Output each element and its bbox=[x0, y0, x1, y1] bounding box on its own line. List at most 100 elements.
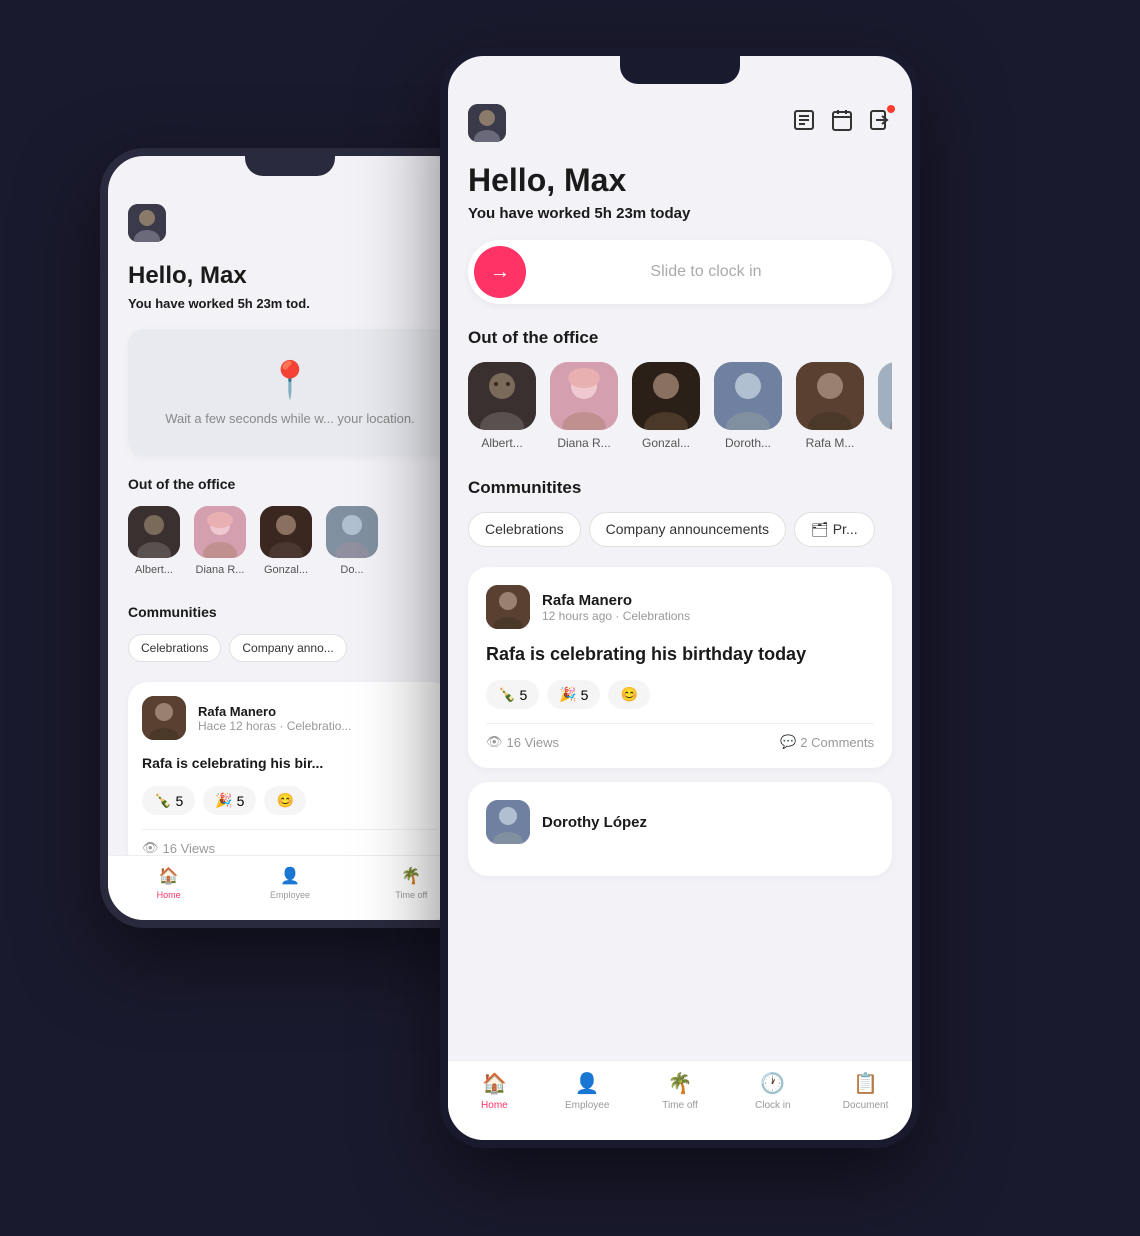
back-person-name-2: Gonzal... bbox=[264, 564, 308, 576]
front-post1-comments[interactable]: 💬 2 Comments bbox=[780, 734, 874, 750]
back-nav-employee[interactable]: 👤 Employee bbox=[229, 866, 350, 900]
front-header-icons bbox=[792, 108, 892, 138]
back-reaction-2-count: 5 bbox=[237, 793, 245, 809]
front-reaction-1[interactable]: 🍾 5 bbox=[486, 680, 539, 709]
back-user-avatar[interactable] bbox=[128, 204, 166, 242]
front-person-0: Albert... bbox=[468, 362, 536, 450]
back-post-stats: 👁 16 Views bbox=[142, 829, 438, 856]
back-location-pin: 📍 bbox=[268, 359, 313, 401]
front-reaction-add[interactable]: 😊 bbox=[608, 680, 649, 709]
back-post-avatar bbox=[142, 696, 186, 740]
front-communities-title: Communitites bbox=[468, 478, 892, 498]
back-nav-home[interactable]: 🏠 Home bbox=[108, 866, 229, 900]
front-avatar-3 bbox=[714, 362, 782, 430]
front-reaction-1-emoji: 🍾 bbox=[498, 686, 515, 703]
front-nav-clockin[interactable]: 🕐 Clock in bbox=[726, 1071, 819, 1111]
front-phone: Hello, Max You have worked 5h 23m today … bbox=[440, 48, 920, 1148]
front-post-card-2: Dorothy López bbox=[468, 782, 892, 876]
back-person-1: Diana R... bbox=[194, 506, 246, 576]
back-avatar-0 bbox=[128, 506, 180, 558]
back-reaction-2[interactable]: 🎉 5 bbox=[203, 786, 256, 815]
front-person-5: Cr... bbox=[878, 362, 892, 450]
front-avatar-0 bbox=[468, 362, 536, 430]
front-user-avatar[interactable] bbox=[468, 104, 506, 142]
front-employee-icon: 👤 bbox=[575, 1071, 600, 1096]
back-eye-icon: 👁 bbox=[142, 840, 159, 856]
front-home-icon: 🏠 bbox=[482, 1071, 507, 1096]
back-views: 👁 16 Views bbox=[142, 840, 215, 856]
back-header bbox=[108, 196, 472, 250]
back-location-card: 📍 Wait a few seconds while w... your loc… bbox=[128, 329, 452, 456]
front-notch bbox=[620, 56, 740, 84]
front-clock-slider[interactable]: → Slide to clock in bbox=[468, 240, 892, 304]
back-employee-icon: 👤 bbox=[280, 866, 300, 886]
front-post1-time: 12 hours ago · Celebrations bbox=[542, 609, 874, 623]
front-home-label: Home bbox=[481, 1100, 508, 1111]
back-reaction-1-count: 5 bbox=[175, 793, 183, 809]
front-person-3: Doroth... bbox=[714, 362, 782, 450]
back-avatar-3 bbox=[326, 506, 378, 558]
front-post2-header: Dorothy López bbox=[486, 800, 874, 844]
front-main: Hello, Max You have worked 5h 23m today … bbox=[448, 150, 912, 990]
back-person-name-3: Do... bbox=[340, 564, 363, 576]
back-bottom-nav: 🏠 Home 👤 Employee 🌴 Time off bbox=[108, 855, 472, 920]
front-smile-add-icon: 😊 bbox=[620, 686, 637, 703]
front-post1-header: Rafa Manero 12 hours ago · Celebrations bbox=[486, 585, 874, 629]
front-post1-stats: 👁 16 Views 💬 2 Comments bbox=[486, 723, 874, 750]
front-tab-projects[interactable]: 🗂 Pr... bbox=[794, 512, 875, 547]
front-timeoff-label: Time off bbox=[662, 1100, 698, 1111]
front-document-icon: 📋 bbox=[853, 1071, 878, 1096]
front-reaction-1-count: 5 bbox=[519, 687, 527, 703]
back-worked: You have worked 5h 23m tod. bbox=[128, 296, 452, 311]
front-avatar-4 bbox=[796, 362, 864, 430]
back-community-tabs: Celebrations Company anno... bbox=[128, 634, 452, 662]
front-reaction-2[interactable]: 🎉 5 bbox=[547, 680, 600, 709]
front-greeting: Hello, Max bbox=[468, 162, 892, 199]
front-nav-employee[interactable]: 👤 Employee bbox=[541, 1071, 634, 1111]
back-home-label: Home bbox=[157, 890, 181, 900]
front-document-label: Document bbox=[843, 1100, 889, 1111]
back-phone: Hello, Max You have worked 5h 23m tod. 📍… bbox=[100, 148, 480, 928]
back-reaction-add[interactable]: 😊 bbox=[264, 786, 305, 815]
front-nav-timeoff[interactable]: 🌴 Time off bbox=[634, 1071, 727, 1111]
front-comment-icon: 💬 bbox=[780, 734, 796, 750]
back-reaction-1-emoji: 🍾 bbox=[154, 792, 171, 809]
back-reaction-1[interactable]: 🍾 5 bbox=[142, 786, 195, 815]
back-person-3: Do... bbox=[326, 506, 378, 576]
front-community-tabs: Celebrations Company announcements 🗂 Pr.… bbox=[468, 512, 892, 547]
back-person-0: Albert... bbox=[128, 506, 180, 576]
exit-icon[interactable] bbox=[868, 108, 892, 138]
back-post-reactions: 🍾 5 🎉 5 😊 bbox=[142, 786, 438, 815]
front-post2-avatar bbox=[486, 800, 530, 844]
back-tab-announcements[interactable]: Company anno... bbox=[229, 634, 346, 662]
notification-badge bbox=[887, 105, 895, 113]
back-main: Hello, Max You have worked 5h 23m tod. 📍… bbox=[108, 250, 472, 920]
back-employee-label: Employee bbox=[270, 890, 310, 900]
front-nav-home[interactable]: 🏠 Home bbox=[448, 1071, 541, 1111]
front-avatar-2 bbox=[632, 362, 700, 430]
back-avatar-2 bbox=[260, 506, 312, 558]
calendar-icon[interactable] bbox=[830, 108, 854, 138]
front-person-1: Diana R... bbox=[550, 362, 618, 450]
back-location-text: Wait a few seconds while w... your locat… bbox=[165, 411, 415, 426]
tasks-icon[interactable] bbox=[792, 108, 816, 138]
back-timeoff-label: Time off bbox=[395, 890, 427, 900]
front-tab-celebrations[interactable]: Celebrations bbox=[468, 512, 581, 547]
back-timeoff-icon: 🌴 bbox=[401, 866, 421, 886]
front-clockin-label: Clock in bbox=[755, 1100, 791, 1111]
front-person-2: Gonzal... bbox=[632, 362, 700, 450]
front-reaction-2-emoji: 🎉 bbox=[559, 686, 576, 703]
front-nav-document[interactable]: 📋 Document bbox=[819, 1071, 912, 1111]
front-slider-btn[interactable]: → bbox=[474, 246, 526, 298]
back-notch bbox=[245, 156, 335, 176]
front-person-name-0: Albert... bbox=[481, 436, 522, 450]
front-post-card-1: Rafa Manero 12 hours ago · Celebrations … bbox=[468, 567, 892, 768]
back-tab-celebrations[interactable]: Celebrations bbox=[128, 634, 221, 662]
back-person-2: Gonzal... bbox=[260, 506, 312, 576]
front-post1-views: 👁 16 Views bbox=[486, 734, 559, 750]
back-greeting: Hello, Max bbox=[128, 262, 452, 290]
back-oof-title: Out of the office bbox=[128, 476, 452, 492]
front-tab-announcements[interactable]: Company announcements bbox=[589, 512, 786, 547]
front-eye-icon: 👁 bbox=[486, 734, 503, 750]
back-post-title: Rafa is celebrating his bir... bbox=[142, 754, 438, 772]
